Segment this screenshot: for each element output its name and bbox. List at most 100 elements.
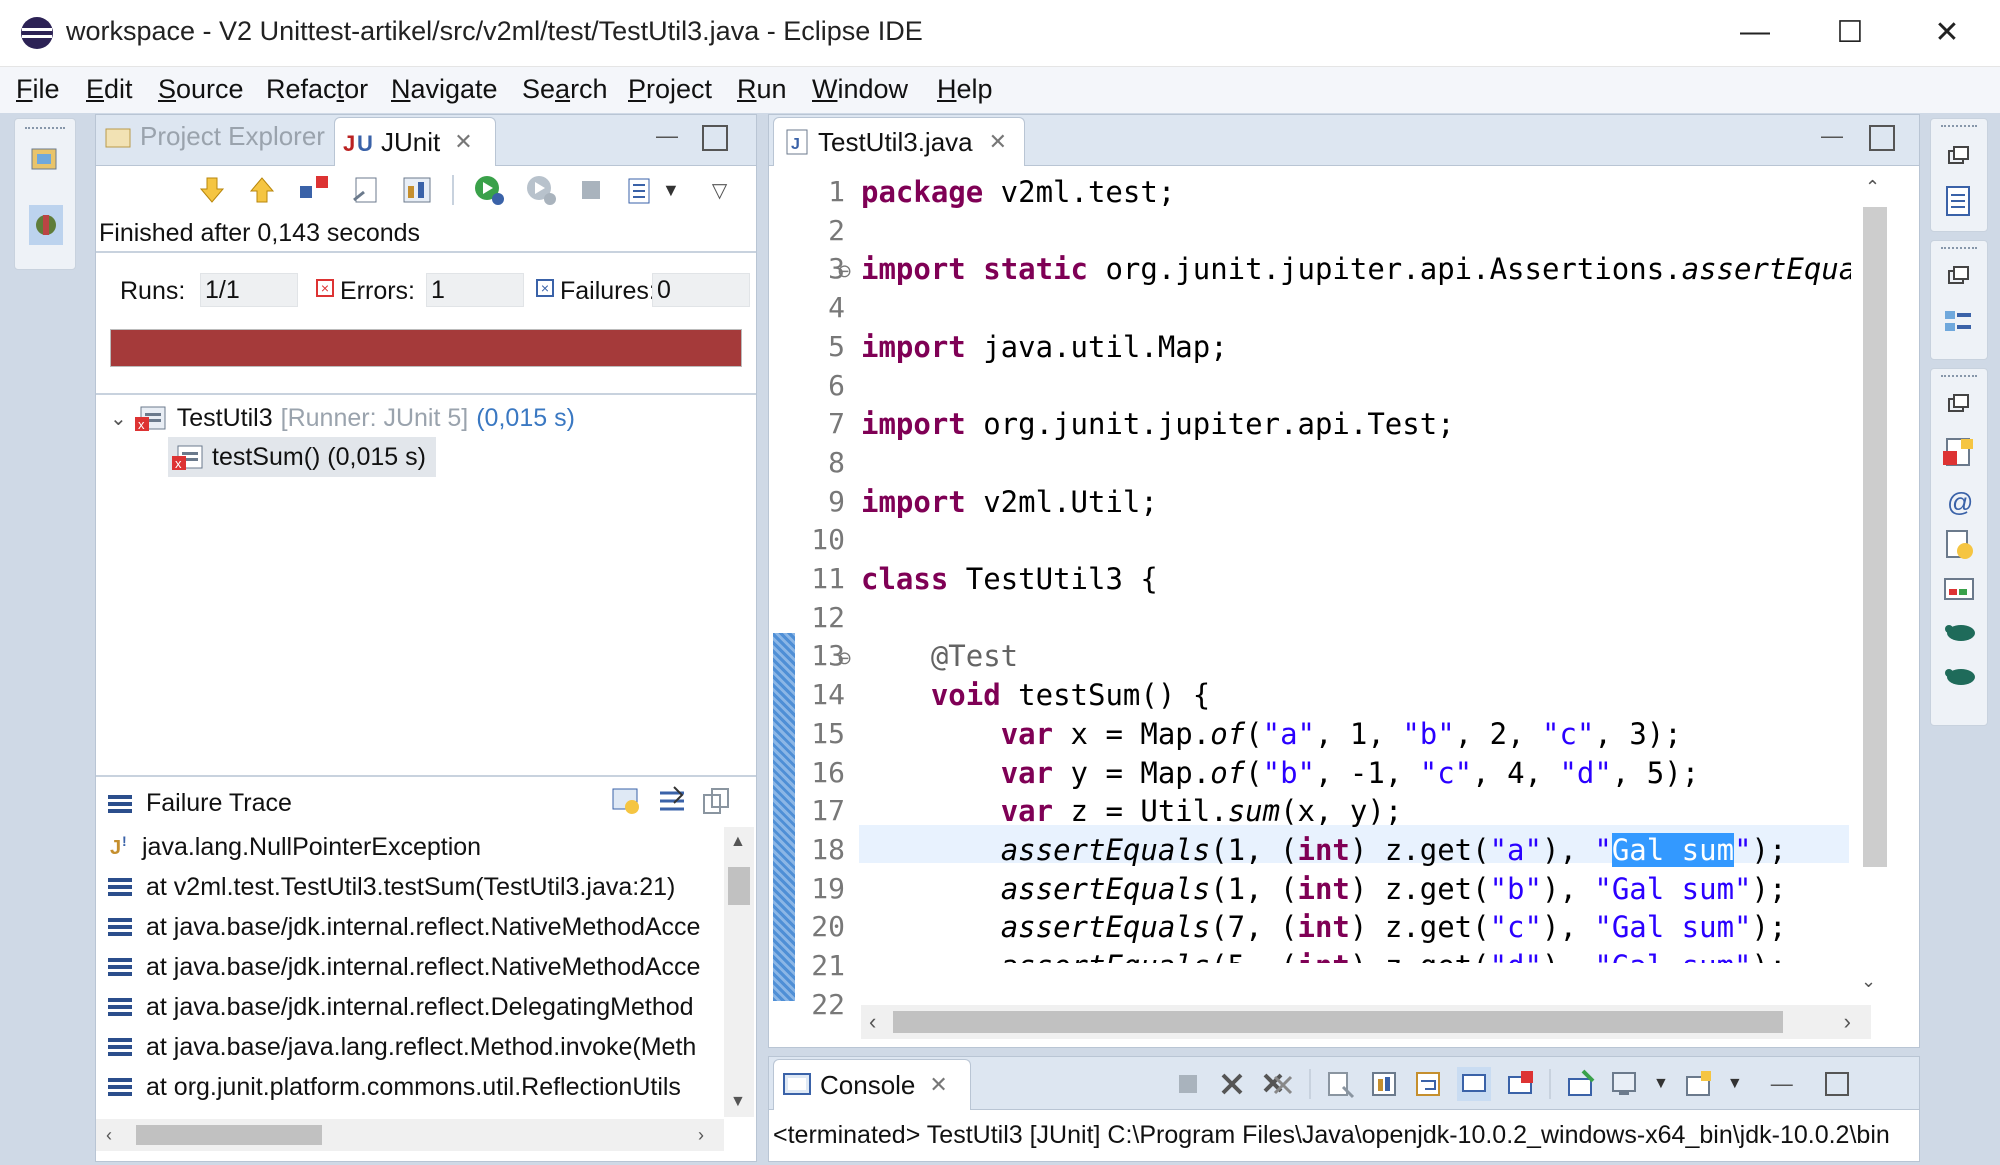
package-explorer-icon[interactable] <box>29 143 61 175</box>
toolbar-separator <box>452 175 454 205</box>
ant-icon[interactable] <box>1943 619 1977 645</box>
copy-trace-icon[interactable] <box>700 785 732 817</box>
rerun-test-icon[interactable] <box>472 173 506 207</box>
show-failures-only-icon[interactable] <box>296 174 332 206</box>
maximize-editor-icon[interactable] <box>1869 125 1895 151</box>
scroll-right-icon[interactable]: › <box>1844 1009 1851 1035</box>
scroll-up-icon[interactable]: ▲ <box>730 833 746 851</box>
chevron-down-icon[interactable]: ⌄ <box>110 406 127 431</box>
close-button[interactable]: ✕ <box>1912 8 1982 56</box>
display-console-dropdown-icon[interactable]: ▼ <box>1653 1075 1669 1093</box>
scroll-left-icon[interactable]: ‹ <box>106 1125 112 1146</box>
trace-row[interactable]: at v2ml.test.TestUtil3.testSum(TestUtil3… <box>96 867 724 907</box>
trace-exception-row[interactable]: J! java.lang.NullPointerException <box>96 827 724 867</box>
ant-icon[interactable] <box>1943 663 1977 689</box>
minimize-editor-icon[interactable]: — <box>1821 123 1843 149</box>
trace-row[interactable]: at java.base/jdk.internal.reflect.Delega… <box>96 987 724 1027</box>
terminate-icon[interactable] <box>1173 1069 1203 1099</box>
history-dropdown-icon[interactable]: ▼ <box>662 180 680 201</box>
menu-source[interactable]: Source <box>158 74 244 105</box>
trace-vertical-scrollbar[interactable]: ▲ ▼ <box>724 827 754 1117</box>
console-output[interactable]: <terminated> TestUtil3 [JUnit] C:\Progra… <box>773 1121 1913 1150</box>
show-console-on-stderr-icon[interactable] <box>1505 1069 1535 1099</box>
remove-all-terminated-icon[interactable] <box>1261 1069 1295 1099</box>
word-wrap-icon[interactable] <box>1413 1069 1443 1099</box>
previous-failure-icon[interactable] <box>246 174 278 206</box>
scroll-right-icon[interactable]: › <box>698 1125 704 1146</box>
code-line: var z = Util.sum(x, y); <box>1000 794 1403 829</box>
code-line: @Test <box>930 639 1019 674</box>
console-icon[interactable] <box>1943 575 1977 605</box>
maximize-console-icon[interactable] <box>1824 1072 1849 1096</box>
trace-row[interactable]: at java.base/java.lang.reflect.Method.in… <box>96 1027 724 1067</box>
filter-stack-trace-icon[interactable] <box>656 785 688 817</box>
trace-horizontal-scrollbar[interactable]: ‹ › <box>96 1119 724 1151</box>
compare-result-icon[interactable] <box>610 785 642 817</box>
maximize-button[interactable]: ☐ <box>1815 8 1885 56</box>
trace-row[interactable]: at org.junit.platform.commons.util.Refle… <box>96 1067 724 1107</box>
stop-icon[interactable] <box>576 175 606 205</box>
scroll-up-icon[interactable]: ⌃ <box>1865 177 1880 198</box>
tab-project-explorer[interactable]: Project Explorer <box>104 121 325 152</box>
minimize-console-icon[interactable]: — <box>1771 1071 1793 1097</box>
scroll-thumb[interactable] <box>893 1011 1783 1033</box>
menu-project[interactable]: Project <box>628 74 712 105</box>
fold-collapse-icon[interactable]: ⊖ <box>837 648 852 669</box>
scroll-thumb[interactable] <box>136 1125 322 1145</box>
code-line: import java.util.Map; <box>861 329 1228 364</box>
problems-icon[interactable] <box>1943 437 1975 469</box>
trace-row[interactable]: at java.base/jdk.internal.reflect.Native… <box>96 907 724 947</box>
restore-icon[interactable] <box>1945 391 1973 419</box>
tab-testutil3-java[interactable]: J TestUtil3.java ✕ <box>773 117 1025 166</box>
close-tab-icon[interactable]: ✕ <box>989 129 1007 155</box>
javadoc-icon[interactable]: @ <box>1947 487 1973 518</box>
view-menu-icon[interactable]: ▽ <box>712 178 727 203</box>
debug-perspective-icon[interactable] <box>29 205 63 245</box>
editor-horizontal-scrollbar[interactable]: ‹ › <box>861 1005 1871 1039</box>
show-skipped-icon[interactable] <box>400 174 434 206</box>
menu-navigate[interactable]: Navigate <box>391 74 498 105</box>
scroll-left-icon[interactable]: ‹ <box>869 1009 876 1035</box>
fold-collapse-icon[interactable]: ⊖ <box>837 261 852 282</box>
close-tab-icon[interactable]: ✕ <box>454 129 472 155</box>
menu-file[interactable]: File <box>16 74 60 105</box>
minimize-button[interactable]: — <box>1720 8 1790 56</box>
tree-root-testutil3[interactable]: ⌄ x TestUtil3 [Runner: JUnit 5] (0,015 s… <box>110 403 575 433</box>
scroll-lock-icon[interactable] <box>350 174 382 206</box>
restore-icon[interactable] <box>1945 143 1973 171</box>
code-editor[interactable]: package v2ml.test; import static org.jun… <box>861 173 1851 963</box>
remove-launch-icon[interactable] <box>1217 1069 1247 1099</box>
close-tab-icon[interactable]: ✕ <box>929 1072 947 1098</box>
show-console-on-stdout-icon[interactable] <box>1457 1067 1491 1101</box>
maximize-view-icon[interactable] <box>702 125 728 151</box>
pin-console-icon[interactable] <box>1565 1069 1595 1099</box>
tab-junit[interactable]: JU JUnit ✕ <box>334 117 496 166</box>
declaration-icon[interactable] <box>1943 529 1977 563</box>
open-console-icon[interactable] <box>1683 1069 1713 1099</box>
menu-run[interactable]: Run <box>737 74 787 105</box>
minimize-view-icon[interactable]: — <box>656 123 682 149</box>
code-line: var y = Map.of("b", -1, "c", 4, "d", 5); <box>1000 755 1700 790</box>
scroll-down-icon[interactable]: ▼ <box>730 1093 746 1111</box>
display-selected-console-icon[interactable] <box>1609 1069 1639 1099</box>
menu-edit[interactable]: Edit <box>86 74 133 105</box>
next-failure-icon[interactable] <box>196 174 228 206</box>
menu-window[interactable]: Window <box>812 74 908 105</box>
tree-item-testsum[interactable]: x testSum() (0,015 s) <box>168 437 436 477</box>
scroll-lock-icon[interactable] <box>1369 1069 1399 1099</box>
outline-icon[interactable] <box>1943 307 1975 341</box>
task-list-icon[interactable] <box>1943 185 1975 219</box>
clear-console-icon[interactable] <box>1325 1069 1355 1099</box>
trace-row[interactable]: at java.base/jdk.internal.reflect.Native… <box>96 947 724 987</box>
restore-icon[interactable] <box>1945 263 1973 291</box>
rerun-failures-first-icon[interactable] <box>524 173 558 207</box>
tab-console[interactable]: Console ✕ <box>773 1059 971 1110</box>
scroll-thumb[interactable] <box>728 867 750 905</box>
open-console-dropdown-icon[interactable]: ▼ <box>1727 1075 1743 1093</box>
scroll-thumb[interactable] <box>1863 207 1887 867</box>
menu-refactor[interactable]: Refactor <box>266 74 368 105</box>
scroll-down-icon[interactable]: ⌄ <box>1861 971 1876 992</box>
menu-help[interactable]: Help <box>937 74 993 105</box>
menu-search[interactable]: Search <box>522 74 608 105</box>
test-run-history-icon[interactable] <box>624 175 654 205</box>
